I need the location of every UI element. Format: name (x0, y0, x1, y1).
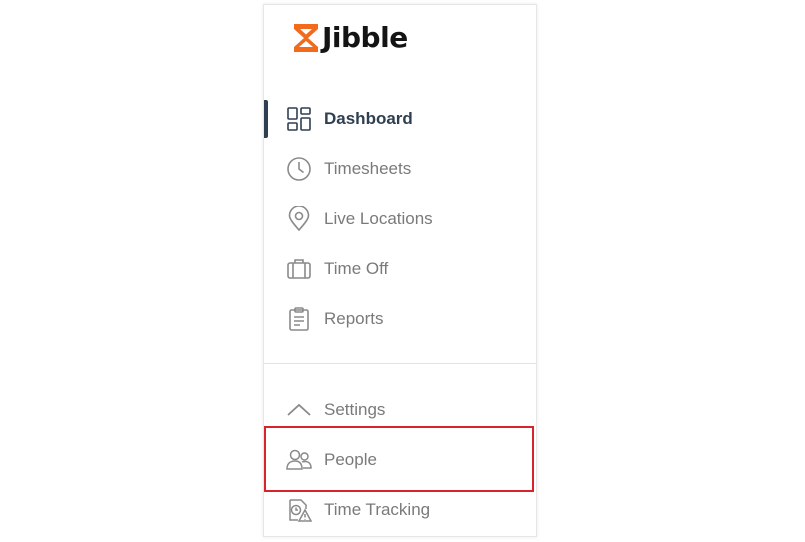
settings-toggle[interactable]: Settings (264, 389, 536, 431)
sidebar-item-people[interactable]: People (264, 439, 536, 481)
sidebar-item-label: Time Tracking (324, 500, 431, 519)
sidebar-item-timesheets[interactable]: Timesheets (264, 148, 536, 190)
sidebar-item-live-locations[interactable]: Live Locations (264, 198, 536, 240)
dashboard-grid-icon (286, 106, 312, 132)
hourglass-logo-icon (294, 24, 318, 52)
sidebar-item-dashboard[interactable]: Dashboard (264, 98, 536, 140)
sidebar-item-label: Reports (324, 309, 384, 328)
sidebar-item-time-tracking[interactable]: Time Tracking (264, 489, 536, 531)
map-pin-icon (286, 206, 312, 232)
sidebar-item-label: Timesheets (324, 159, 412, 178)
time-tracking-warning-icon (286, 497, 312, 523)
divider (264, 363, 536, 364)
jibble-logo[interactable]: Jibble (293, 21, 408, 55)
sidebar-item-time-off[interactable]: Time Off (264, 248, 536, 290)
sidebar-item-label: Time Off (324, 259, 389, 278)
chevron-up-icon (286, 397, 312, 423)
sidebar-item-label: Dashboard (324, 109, 413, 128)
settings-label: Settings (324, 400, 386, 419)
sidebar-item-reports[interactable]: Reports (264, 298, 536, 340)
suitcase-icon (286, 256, 312, 282)
sidebar: Jibble Dashboard Timesheets Live Locatio… (263, 4, 537, 537)
people-icon (286, 447, 312, 473)
sidebar-item-label: Live Locations (324, 209, 433, 228)
clipboard-icon (286, 306, 312, 332)
active-indicator (264, 100, 268, 138)
brand-name: Jibble (322, 21, 408, 54)
clock-icon (286, 156, 312, 182)
sidebar-item-label: People (324, 450, 377, 469)
